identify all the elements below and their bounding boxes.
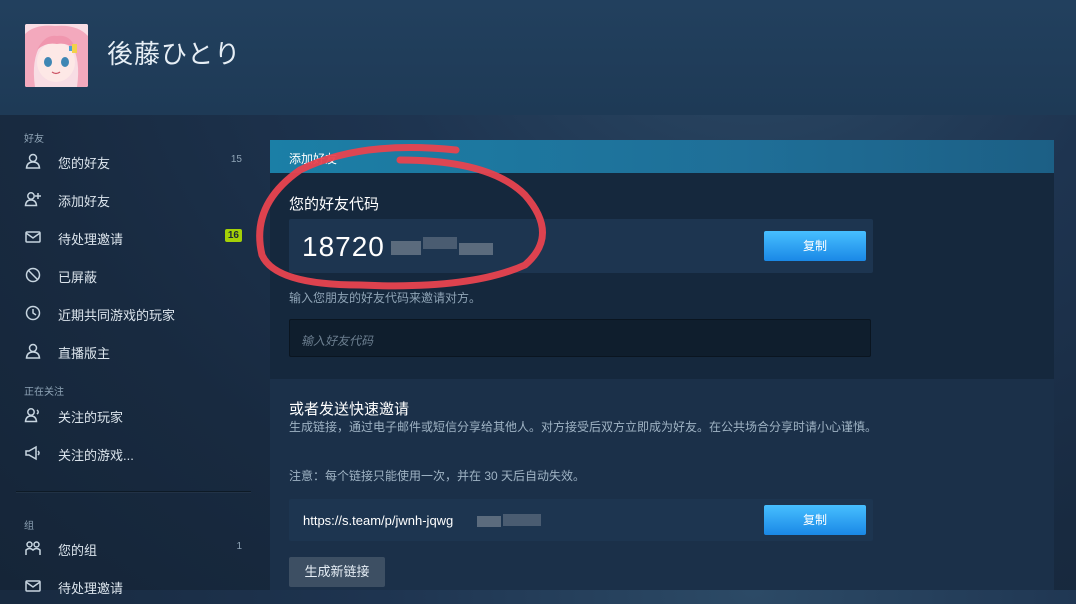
person-follow-icon: [24, 408, 39, 423]
groups-count: 1: [236, 541, 242, 552]
panel-header: 添加好友: [270, 140, 1054, 173]
friend-code-box: 18720 复制: [289, 219, 873, 273]
person-icon: [25, 153, 41, 169]
sidebar-item-followed-players[interactable]: 关注的玩家: [0, 397, 252, 433]
sidebar-item-label: 您的组: [58, 543, 98, 558]
clock-icon: [25, 305, 41, 321]
friend-code-placeholder: 输入好友代码: [301, 334, 374, 348]
sidebar-item-add-friend[interactable]: 添加好友: [0, 181, 252, 217]
quick-invite-note: 注意：每个链接只能使用一次，并在 30 天后自动失效。: [289, 469, 586, 483]
quick-invite-heading: 或者发送快速邀请: [289, 401, 410, 418]
friends-count: 15: [230, 154, 242, 165]
block-icon: [25, 267, 41, 283]
sidebar-item-pending-invites[interactable]: 待处理邀请 16: [0, 219, 252, 255]
sidebar-divider: [16, 491, 251, 492]
avatar[interactable]: [25, 24, 88, 87]
sidebar-item-stream-moderators[interactable]: 直播版主: [0, 333, 252, 369]
sidebar-item-label: 已屏蔽: [58, 270, 98, 285]
sidebar-item-label: 近期共同游戏的玩家: [58, 308, 176, 323]
copy-link-button[interactable]: 复制: [764, 505, 866, 535]
sidebar-item-your-groups[interactable]: 您的组 1: [0, 530, 252, 566]
envelope-icon: [25, 231, 41, 243]
add-friend-panel: 添加好友 您的好友代码 18720 复制 输入您朋友的好友代码来邀请对方。 输入…: [270, 140, 1054, 590]
pending-invites-badge: 16: [224, 229, 242, 242]
friend-code-section: 您的好友代码 18720 复制 输入您朋友的好友代码来邀请对方。 输入好友代码: [270, 173, 1054, 379]
megaphone-icon: [25, 445, 40, 461]
sidebar-item-label: 待处理邀请: [58, 581, 124, 596]
copy-code-button[interactable]: 复制: [764, 231, 866, 261]
friend-code-value: 18720: [302, 231, 385, 262]
friend-code-hint: 输入您朋友的好友代码来邀请对方。: [289, 291, 482, 305]
panel-title: 添加好友: [289, 152, 338, 166]
sidebar-item-label: 关注的游戏...: [58, 448, 134, 463]
quick-invite-description: 生成链接，通过电子邮件或短信分享给其他人。对方接受后双方立即成为好友。在公共场合…: [289, 420, 878, 434]
sidebar-item-followed-games[interactable]: 关注的游戏...: [0, 435, 252, 471]
sidebar-item-group-invites[interactable]: 待处理邀请: [0, 568, 252, 604]
sidebar-item-label: 直播版主: [58, 346, 111, 361]
username: 後藤ひとり: [107, 40, 242, 70]
sidebar-item-label: 添加好友: [58, 194, 111, 209]
invite-link-value: https://s.team/p/jwnh-jqwg: [303, 513, 454, 528]
generate-new-link-button[interactable]: 生成新链接: [289, 557, 385, 587]
profile-header: 後藤ひとり: [0, 0, 1076, 115]
envelope-icon: [25, 580, 41, 592]
following-section-label: 正在关注: [24, 387, 64, 398]
sidebar-item-label: 您的好友: [58, 156, 111, 171]
sidebar-item-blocked[interactable]: 已屏蔽: [0, 257, 252, 293]
friend-code-input[interactable]: 输入好友代码: [289, 319, 871, 357]
sidebar-item-recent-players[interactable]: 近期共同游戏的玩家: [0, 295, 252, 331]
group-icon: [25, 541, 41, 555]
sidebar-item-your-friends[interactable]: 您的好友 15: [0, 143, 252, 179]
friend-code-heading: 您的好友代码: [289, 196, 380, 213]
person-icon: [25, 343, 41, 359]
person-add-icon: [24, 192, 41, 207]
invite-link-box: https://s.team/p/jwnh-jqwg 复制: [289, 499, 873, 541]
sidebar-item-label: 关注的玩家: [58, 410, 124, 425]
sidebar-item-label: 待处理邀请: [58, 232, 124, 247]
